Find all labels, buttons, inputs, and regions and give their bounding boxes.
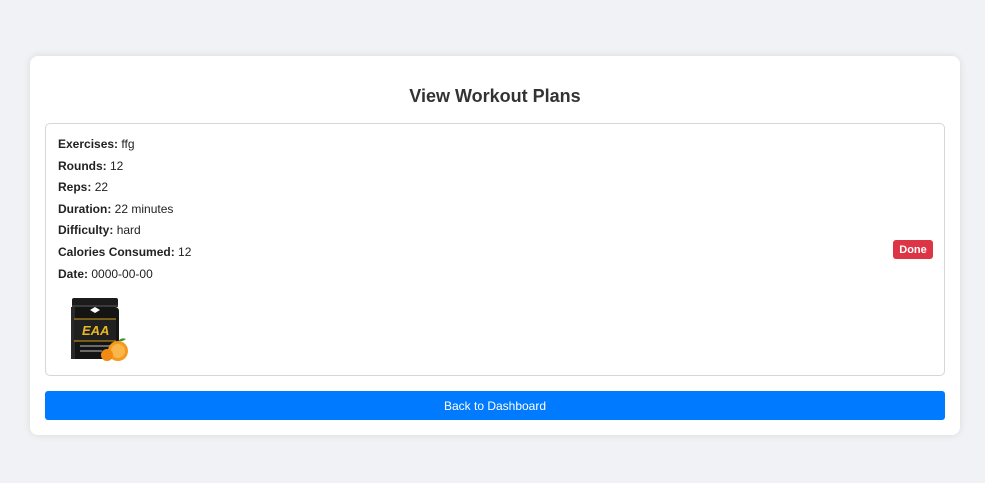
back-to-dashboard-button[interactable]: Back to Dashboard	[45, 391, 945, 420]
field-value: ffg	[121, 137, 135, 151]
field-value: 0000-00-00	[91, 266, 153, 281]
field-label: Rounds:	[58, 158, 107, 173]
field-label: Difficulty:	[58, 223, 114, 238]
field-label: Duration:	[58, 201, 112, 216]
field-value: hard	[116, 223, 141, 238]
field-value: 12	[110, 158, 124, 173]
plan-details: Exercises: ffg Rounds: 12 Reps: 22 Durat…	[58, 134, 191, 285]
field-calories: Calories Consumed: 12	[58, 242, 191, 264]
supplement-product-image: EAA	[71, 298, 128, 361]
field-difficulty: Difficulty: hard	[58, 220, 191, 242]
field-duration: Duration: 22 minutes	[58, 199, 191, 221]
field-rounds: Rounds: 12	[58, 156, 191, 178]
field-exercises: Exercises: ffg	[58, 134, 191, 156]
workout-plans-card: View Workout Plans Exercises: ffg Rounds…	[30, 56, 960, 435]
field-reps: Reps: 22	[58, 177, 191, 199]
field-label: Calories Consumed:	[58, 244, 175, 259]
field-date: Date: 0000-00-00	[58, 264, 191, 286]
field-value: 12	[178, 244, 192, 259]
product-label-text: EAA	[82, 323, 109, 338]
field-value: 22	[94, 180, 109, 195]
field-label: Exercises:	[58, 137, 119, 151]
page-title: View Workout Plans	[409, 86, 581, 106]
workout-plan-item: Exercises: ffg Rounds: 12 Reps: 22 Durat…	[45, 123, 945, 376]
field-label: Reps:	[58, 180, 92, 195]
done-button[interactable]: Done	[893, 240, 933, 259]
field-value: 22 minutes	[114, 201, 174, 216]
field-label: Date:	[58, 266, 89, 281]
